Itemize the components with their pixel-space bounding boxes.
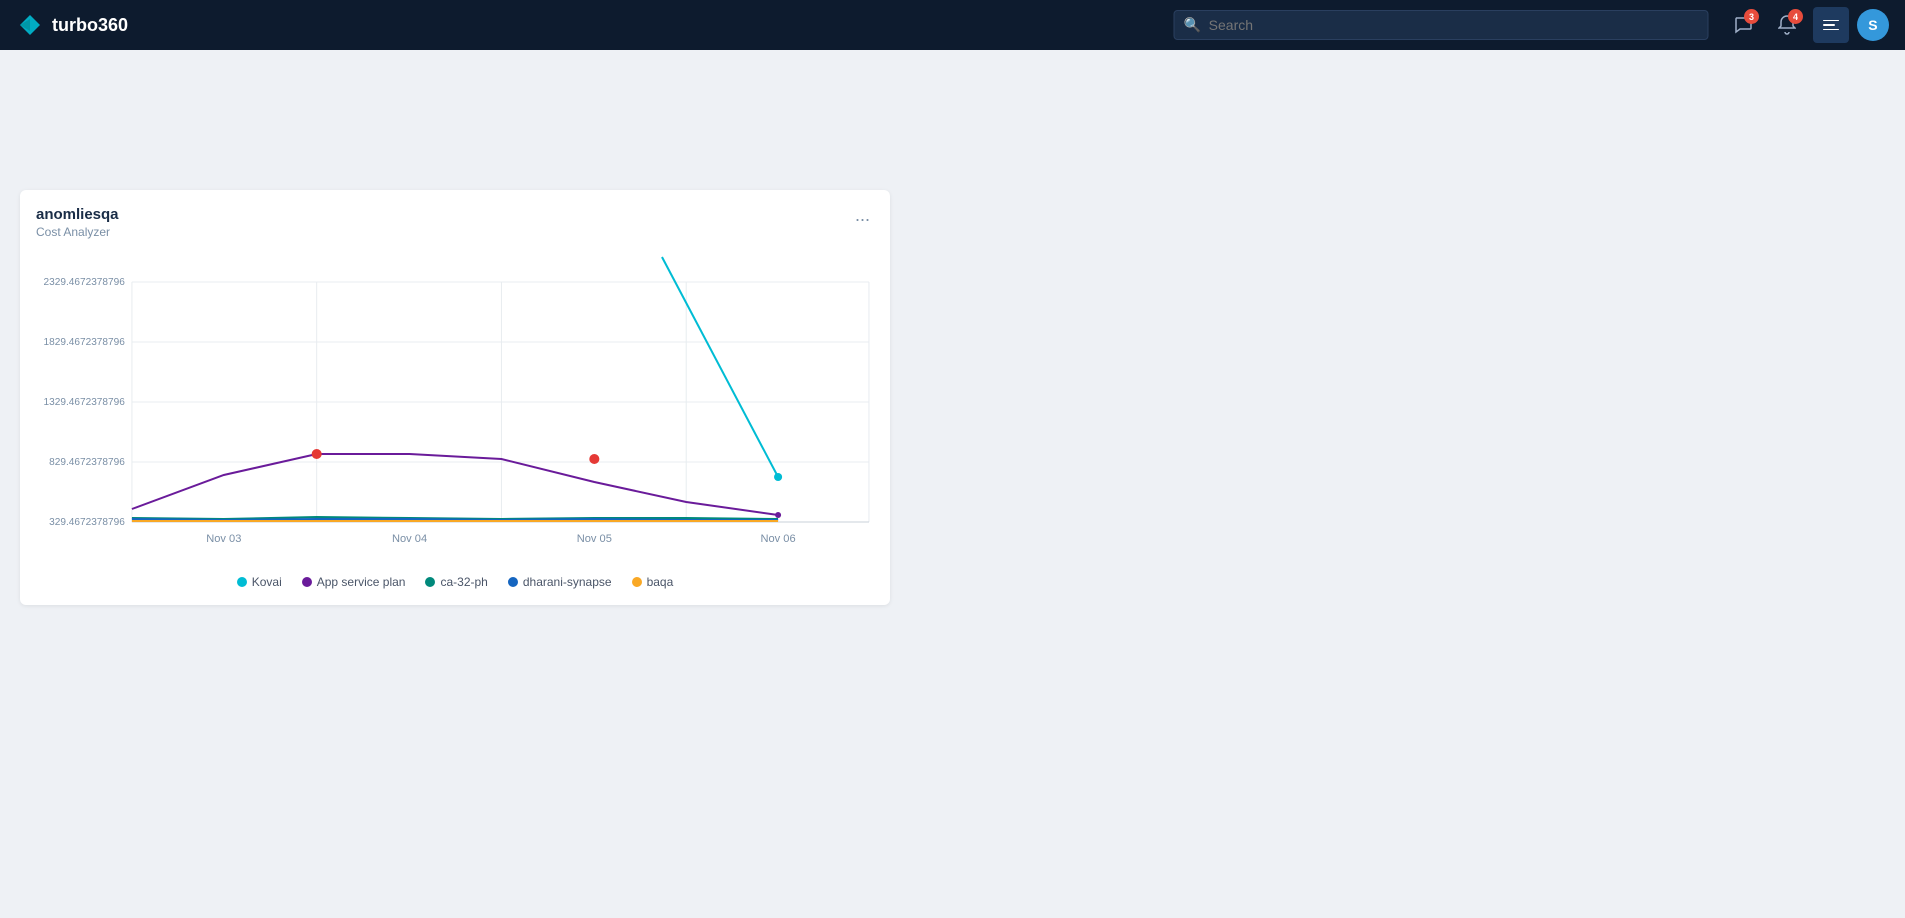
legend-dharani-synapse-label: dharani-synapse [523, 575, 612, 589]
search-icon: 🔍 [1184, 17, 1201, 34]
legend-baqa-dot [632, 577, 642, 587]
legend-app-service-plan-label: App service plan [317, 575, 406, 589]
main-content: anomliesqa Cost Analyzer ... 2329.467237… [0, 50, 1905, 918]
chat-button[interactable]: 3 [1725, 7, 1761, 43]
svg-text:Nov 03: Nov 03 [206, 533, 241, 545]
legend-kovai: Kovai [237, 575, 282, 589]
svg-text:Nov 06: Nov 06 [760, 533, 795, 545]
svg-text:Nov 04: Nov 04 [392, 533, 427, 545]
card-menu-button[interactable]: ... [851, 206, 874, 224]
svg-text:2329.4672378796: 2329.4672378796 [44, 277, 126, 288]
legend-ca32ph-label: ca-32-ph [440, 575, 487, 589]
header-actions: 3 4 S [1725, 7, 1889, 43]
legend-kovai-label: Kovai [252, 575, 282, 589]
svg-text:829.4672378796: 829.4672378796 [49, 457, 125, 468]
menu-expand-button[interactable] [1813, 7, 1849, 43]
chart-card: anomliesqa Cost Analyzer ... 2329.467237… [20, 190, 890, 605]
card-subtitle: Cost Analyzer [36, 225, 119, 239]
legend-app-service-plan-dot [302, 577, 312, 587]
card-header: anomliesqa Cost Analyzer ... [36, 206, 874, 239]
chart-legend: Kovai App service plan ca-32-ph dharani-… [36, 575, 874, 589]
menu-icon [1823, 20, 1839, 30]
legend-ca32ph-dot [425, 577, 435, 587]
svg-text:Nov 05: Nov 05 [577, 533, 612, 545]
legend-baqa-label: baqa [647, 575, 674, 589]
chart-svg: 2329.4672378796 1829.4672378796 1329.467… [36, 247, 874, 567]
chat-badge: 3 [1744, 9, 1759, 24]
legend-ca32ph: ca-32-ph [425, 575, 487, 589]
logo-text: turbo360 [52, 15, 128, 36]
logo-icon [16, 11, 44, 39]
logo: turbo360 [16, 11, 156, 39]
user-avatar[interactable]: S [1857, 9, 1889, 41]
svg-text:1829.4672378796: 1829.4672378796 [44, 337, 126, 348]
legend-dharani-synapse-dot [508, 577, 518, 587]
chart-area: 2329.4672378796 1829.4672378796 1329.467… [36, 247, 874, 567]
svg-text:329.4672378796: 329.4672378796 [49, 517, 125, 528]
legend-kovai-dot [237, 577, 247, 587]
search-input[interactable] [1174, 10, 1709, 40]
card-title: anomliesqa [36, 206, 119, 223]
svg-text:1329.4672378796: 1329.4672378796 [44, 397, 126, 408]
notification-badge: 4 [1788, 9, 1803, 24]
card-title-group: anomliesqa Cost Analyzer [36, 206, 119, 239]
main-header: turbo360 🔍 3 4 S [0, 0, 1905, 50]
legend-baqa: baqa [632, 575, 674, 589]
legend-app-service-plan: App service plan [302, 575, 406, 589]
notification-button[interactable]: 4 [1769, 7, 1805, 43]
legend-dharani-synapse: dharani-synapse [508, 575, 612, 589]
search-container: 🔍 [1174, 10, 1709, 40]
